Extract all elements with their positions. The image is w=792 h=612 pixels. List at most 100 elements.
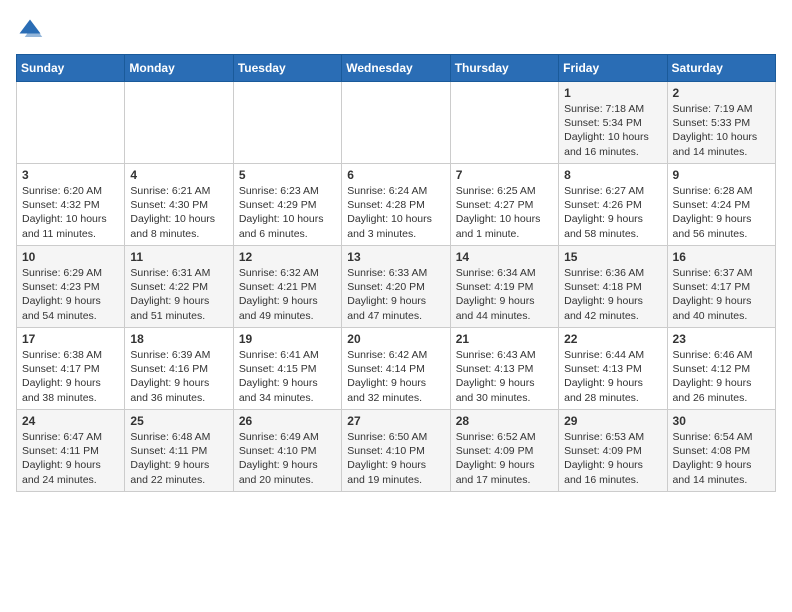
calendar-cell: 23 Sunrise: 6:46 AMSunset: 4:12 PMDayligh…	[667, 328, 775, 410]
calendar-cell: 15 Sunrise: 6:36 AMSunset: 4:18 PMDayligh…	[559, 246, 667, 328]
day-info: Sunrise: 6:42 AMSunset: 4:14 PMDaylight:…	[347, 348, 444, 405]
calendar-week-1: 1 Sunrise: 7:18 AMSunset: 5:34 PMDaylight…	[17, 82, 776, 164]
calendar-cell: 9 Sunrise: 6:28 AMSunset: 4:24 PMDaylight…	[667, 164, 775, 246]
day-info: Sunrise: 6:34 AMSunset: 4:19 PMDaylight:…	[456, 266, 553, 323]
day-number: 12	[239, 250, 336, 264]
day-info: Sunrise: 6:20 AMSunset: 4:32 PMDaylight:…	[22, 184, 119, 241]
calendar-week-3: 10 Sunrise: 6:29 AMSunset: 4:23 PMDayligh…	[17, 246, 776, 328]
day-info: Sunrise: 6:46 AMSunset: 4:12 PMDaylight:…	[673, 348, 770, 405]
calendar-cell	[450, 82, 558, 164]
calendar-cell: 8 Sunrise: 6:27 AMSunset: 4:26 PMDaylight…	[559, 164, 667, 246]
calendar-cell: 18 Sunrise: 6:39 AMSunset: 4:16 PMDayligh…	[125, 328, 233, 410]
day-number: 5	[239, 168, 336, 182]
calendar-table: SundayMondayTuesdayWednesdayThursdayFrid…	[16, 54, 776, 492]
calendar-cell: 19Sunrise: 6:41 AMSunset: 4:15 PMDayligh…	[233, 328, 341, 410]
calendar-body: 1 Sunrise: 7:18 AMSunset: 5:34 PMDaylight…	[17, 82, 776, 492]
calendar-cell: 10 Sunrise: 6:29 AMSunset: 4:23 PMDayligh…	[17, 246, 125, 328]
day-info: Sunrise: 6:36 AMSunset: 4:18 PMDaylight:…	[564, 266, 661, 323]
day-number: 21	[456, 332, 553, 346]
calendar-cell	[233, 82, 341, 164]
calendar-week-2: 3 Sunrise: 6:20 AMSunset: 4:32 PMDaylight…	[17, 164, 776, 246]
calendar-cell: 25Sunrise: 6:48 AMSunset: 4:11 PMDayligh…	[125, 410, 233, 492]
day-number: 23	[673, 332, 770, 346]
calendar-cell: 13 Sunrise: 6:33 AMSunset: 4:20 PMDayligh…	[342, 246, 450, 328]
day-info: Sunrise: 6:37 AMSunset: 4:17 PMDaylight:…	[673, 266, 770, 323]
day-number: 24	[22, 414, 119, 428]
day-info: Sunrise: 6:50 AMSunset: 4:10 PMDaylight:…	[347, 430, 444, 487]
day-number: 14	[456, 250, 553, 264]
day-number: 9	[673, 168, 770, 182]
day-number: 13	[347, 250, 444, 264]
day-info: Sunrise: 6:43 AMSunset: 4:13 PMDaylight:…	[456, 348, 553, 405]
day-number: 16	[673, 250, 770, 264]
day-info: Sunrise: 6:38 AMSunset: 4:17 PMDaylight:…	[22, 348, 119, 405]
day-number: 10	[22, 250, 119, 264]
day-info: Sunrise: 6:39 AMSunset: 4:16 PMDaylight:…	[130, 348, 227, 405]
day-number: 15	[564, 250, 661, 264]
weekday-header-tuesday: Tuesday	[233, 55, 341, 82]
calendar-cell: 11 Sunrise: 6:31 AMSunset: 4:22 PMDayligh…	[125, 246, 233, 328]
calendar-cell	[125, 82, 233, 164]
day-number: 28	[456, 414, 553, 428]
calendar-cell: 6 Sunrise: 6:24 AMSunset: 4:28 PMDaylight…	[342, 164, 450, 246]
day-number: 7	[456, 168, 553, 182]
calendar-cell	[17, 82, 125, 164]
calendar-cell: 17Sunrise: 6:38 AMSunset: 4:17 PMDayligh…	[17, 328, 125, 410]
calendar-cell: 22Sunrise: 6:44 AMSunset: 4:13 PMDayligh…	[559, 328, 667, 410]
day-info: Sunrise: 6:23 AMSunset: 4:29 PMDaylight:…	[239, 184, 336, 241]
calendar-cell: 2 Sunrise: 7:19 AMSunset: 5:33 PMDaylight…	[667, 82, 775, 164]
day-number: 30	[673, 414, 770, 428]
calendar-cell: 26Sunrise: 6:49 AMSunset: 4:10 PMDayligh…	[233, 410, 341, 492]
weekday-header-friday: Friday	[559, 55, 667, 82]
day-number: 20	[347, 332, 444, 346]
day-info: Sunrise: 6:27 AMSunset: 4:26 PMDaylight:…	[564, 184, 661, 241]
calendar-cell: 4 Sunrise: 6:21 AMSunset: 4:30 PMDaylight…	[125, 164, 233, 246]
calendar-cell: 5 Sunrise: 6:23 AMSunset: 4:29 PMDaylight…	[233, 164, 341, 246]
day-info: Sunrise: 6:47 AMSunset: 4:11 PMDaylight:…	[22, 430, 119, 487]
weekday-header-sunday: Sunday	[17, 55, 125, 82]
calendar-cell: 24 Sunrise: 6:47 AMSunset: 4:11 PMDayligh…	[17, 410, 125, 492]
day-info: Sunrise: 6:29 AMSunset: 4:23 PMDaylight:…	[22, 266, 119, 323]
calendar-cell: 29Sunrise: 6:53 AMSunset: 4:09 PMDayligh…	[559, 410, 667, 492]
day-number: 26	[239, 414, 336, 428]
day-info: Sunrise: 7:18 AMSunset: 5:34 PMDaylight:…	[564, 102, 661, 159]
day-info: Sunrise: 6:21 AMSunset: 4:30 PMDaylight:…	[130, 184, 227, 241]
day-info: Sunrise: 6:28 AMSunset: 4:24 PMDaylight:…	[673, 184, 770, 241]
calendar-cell: 7 Sunrise: 6:25 AMSunset: 4:27 PMDaylight…	[450, 164, 558, 246]
calendar-cell: 1 Sunrise: 7:18 AMSunset: 5:34 PMDaylight…	[559, 82, 667, 164]
day-number: 4	[130, 168, 227, 182]
day-number: 3	[22, 168, 119, 182]
page-header	[16, 16, 776, 44]
weekday-header-wednesday: Wednesday	[342, 55, 450, 82]
logo-icon	[16, 16, 44, 44]
calendar-header: SundayMondayTuesdayWednesdayThursdayFrid…	[17, 55, 776, 82]
calendar-cell: 30 Sunrise: 6:54 AMSunset: 4:08 PMDayligh…	[667, 410, 775, 492]
calendar-week-5: 24 Sunrise: 6:47 AMSunset: 4:11 PMDayligh…	[17, 410, 776, 492]
day-number: 6	[347, 168, 444, 182]
logo	[16, 16, 48, 44]
calendar-cell: 3 Sunrise: 6:20 AMSunset: 4:32 PMDaylight…	[17, 164, 125, 246]
calendar-cell: 16 Sunrise: 6:37 AMSunset: 4:17 PMDayligh…	[667, 246, 775, 328]
weekday-header-monday: Monday	[125, 55, 233, 82]
day-info: Sunrise: 6:41 AMSunset: 4:15 PMDaylight:…	[239, 348, 336, 405]
day-info: Sunrise: 6:54 AMSunset: 4:08 PMDaylight:…	[673, 430, 770, 487]
day-info: Sunrise: 6:24 AMSunset: 4:28 PMDaylight:…	[347, 184, 444, 241]
calendar-cell: 14 Sunrise: 6:34 AMSunset: 4:19 PMDayligh…	[450, 246, 558, 328]
day-number: 8	[564, 168, 661, 182]
day-info: Sunrise: 6:31 AMSunset: 4:22 PMDaylight:…	[130, 266, 227, 323]
day-info: Sunrise: 6:32 AMSunset: 4:21 PMDaylight:…	[239, 266, 336, 323]
day-info: Sunrise: 7:19 AMSunset: 5:33 PMDaylight:…	[673, 102, 770, 159]
day-number: 25	[130, 414, 227, 428]
calendar-cell: 21 Sunrise: 6:43 AMSunset: 4:13 PMDayligh…	[450, 328, 558, 410]
day-info: Sunrise: 6:25 AMSunset: 4:27 PMDaylight:…	[456, 184, 553, 241]
calendar-cell	[342, 82, 450, 164]
weekday-header-thursday: Thursday	[450, 55, 558, 82]
calendar-week-4: 17Sunrise: 6:38 AMSunset: 4:17 PMDayligh…	[17, 328, 776, 410]
day-number: 11	[130, 250, 227, 264]
day-number: 1	[564, 86, 661, 100]
weekday-header-saturday: Saturday	[667, 55, 775, 82]
weekday-header-row: SundayMondayTuesdayWednesdayThursdayFrid…	[17, 55, 776, 82]
day-number: 18	[130, 332, 227, 346]
day-number: 2	[673, 86, 770, 100]
day-info: Sunrise: 6:33 AMSunset: 4:20 PMDaylight:…	[347, 266, 444, 323]
